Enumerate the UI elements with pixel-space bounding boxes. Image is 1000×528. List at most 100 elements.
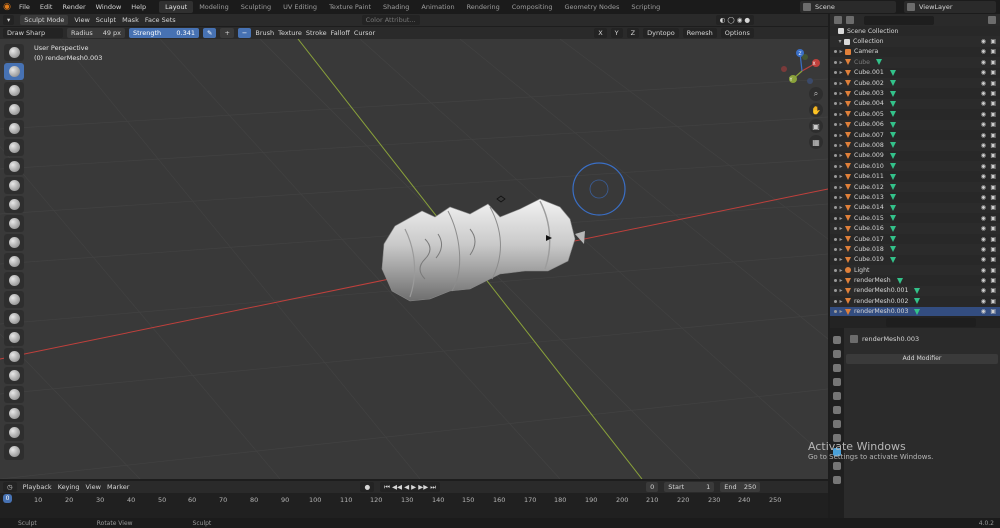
eye-icon[interactable]: ◉ [981,204,986,211]
mesh-data-icon[interactable] [889,194,896,201]
outliner-row[interactable]: ▸ Camera ◉ ▣ [830,47,1000,57]
render-icon[interactable]: ▣ [990,121,996,128]
remesh-button[interactable]: Remesh [682,28,717,38]
outliner-row[interactable]: ▸ Cube.008 ◉ ▣ [830,140,1000,151]
display-mode-icon[interactable] [846,16,854,24]
mode-selector[interactable]: Sculpt Mode [20,15,69,25]
eye-icon[interactable]: ◉ [981,194,986,201]
expand-arrow-icon[interactable]: ▾ [836,38,844,45]
eye-icon[interactable]: ◉ [981,111,986,118]
expand-arrow-icon[interactable]: ▸ [837,90,845,97]
eye-icon[interactable]: ◉ [981,298,986,305]
expand-arrow-icon[interactable]: ▸ [837,277,845,284]
outliner-search-input[interactable] [864,15,934,25]
snake-hook-brush-icon[interactable] [4,367,24,384]
render-icon[interactable]: ▣ [990,132,996,139]
scene-tab-icon[interactable] [833,392,841,400]
render-icon[interactable]: ▣ [990,225,996,232]
radius-field[interactable]: Radius 49 px [67,28,125,38]
tab-rendering[interactable]: Rendering [461,1,506,13]
symmetry-z-button[interactable]: Z [626,28,640,38]
tab-shading[interactable]: Shading [377,1,415,13]
eye-icon[interactable]: ◉ [981,90,986,97]
outliner-row[interactable]: ▸ renderMesh0.002 ◉ ▣ [830,296,1000,306]
eye-icon[interactable]: ◉ [981,59,986,66]
menu-sculpt[interactable]: Sculpt [96,16,116,24]
add-modifier-button[interactable]: Add Modifier [846,354,998,364]
outliner-row[interactable]: ▸ Cube.013 ◉ ▣ [830,192,1000,202]
expand-arrow-icon[interactable]: ▸ [837,308,845,315]
view-layer-tab-icon[interactable] [833,378,841,386]
output-tab-icon[interactable] [833,364,841,372]
mesh-data-icon[interactable] [889,142,896,149]
eye-icon[interactable]: ◉ [981,246,986,253]
outliner-row[interactable]: ▸ Cube.017 ◉ ▣ [830,234,1000,244]
collection-row[interactable]: ▾ Collection ◉ ▣ [830,36,1000,47]
render-icon[interactable]: ▣ [990,90,996,97]
outliner-row[interactable]: ▸ Cube.001 ◉ ▣ [830,68,1000,78]
render-icon[interactable]: ▣ [990,80,996,87]
scene-selector[interactable]: Scene [800,1,896,13]
expand-arrow-icon[interactable]: ▸ [837,163,845,170]
color-attribute-field[interactable]: Color Attribut... [361,15,420,25]
menu-face-sets[interactable]: Face Sets [145,16,176,24]
editor-type-button[interactable]: ▾ [3,15,15,25]
eye-icon[interactable]: ◉ [981,80,986,87]
eye-icon[interactable]: ◉ [981,152,986,159]
menu-texture[interactable]: Texture [278,29,302,37]
mesh-data-icon[interactable] [914,308,921,315]
pose-brush-icon[interactable] [4,405,24,422]
mesh-data-icon[interactable] [889,90,896,97]
playhead[interactable]: 0 [3,494,12,503]
mesh-data-icon[interactable] [896,277,903,284]
render-icon[interactable]: ▣ [990,38,996,45]
render-icon[interactable]: ▣ [990,287,996,294]
draw-sharp-brush-icon[interactable] [4,63,24,80]
render-icon[interactable]: ▣ [990,184,996,191]
expand-arrow-icon[interactable]: ▸ [837,69,845,76]
clay-strips-brush-icon[interactable] [4,101,24,118]
mesh-data-icon[interactable] [889,256,896,263]
mesh-data-icon[interactable] [889,152,896,159]
render-icon[interactable]: ▣ [990,308,996,315]
tab-animation[interactable]: Animation [415,1,460,13]
expand-arrow-icon[interactable]: ▸ [837,204,845,211]
menu-brush[interactable]: Brush [255,29,274,37]
collection-tab-icon[interactable] [833,420,841,428]
symmetry-x-button[interactable]: X [594,28,607,38]
outliner-row[interactable]: ▸ Cube.004 ◉ ▣ [830,98,1000,110]
expand-arrow-icon[interactable]: ▸ [837,152,845,159]
menu-edit[interactable]: Edit [35,0,58,14]
flatten-brush-icon[interactable] [4,234,24,251]
outliner-row[interactable]: ▸ renderMesh0.001 ◉ ▣ [830,285,1000,297]
menu-falloff[interactable]: Falloff [331,29,350,37]
mesh-data-icon[interactable] [889,100,896,107]
clay-brush-icon[interactable] [4,82,24,99]
eye-icon[interactable]: ◉ [981,277,986,284]
expand-arrow-icon[interactable]: ▸ [837,225,845,232]
direction-add-button[interactable]: + [220,28,234,38]
properties-search-input[interactable] [886,317,976,327]
object-name-field[interactable]: renderMesh0.003 [862,335,919,343]
current-frame-field[interactable]: 0 [646,482,659,492]
render-icon[interactable]: ▣ [990,277,996,284]
record-button[interactable]: ● [360,482,375,492]
eye-icon[interactable]: ◉ [981,287,986,294]
inflate-brush-icon[interactable] [4,158,24,175]
expand-arrow-icon[interactable]: ▸ [837,194,845,201]
tab-geometry-nodes[interactable]: Geometry Nodes [559,1,626,13]
mesh-data-icon[interactable] [875,59,882,66]
thumb-brush-icon[interactable] [4,386,24,403]
scene-collection-row[interactable]: Scene Collection [830,26,1000,36]
expand-arrow-icon[interactable]: ▸ [837,256,845,263]
outliner-row[interactable]: ▸ Cube.009 ◉ ▣ [830,151,1000,161]
outliner-row[interactable]: ▸ Cube.010 ◉ ▣ [830,161,1000,172]
menu-keying[interactable]: Keying [58,483,80,491]
direction-subtract-button[interactable]: − [237,28,252,38]
expand-arrow-icon[interactable]: ▸ [837,298,845,305]
multiplane-scrape-brush-icon[interactable] [4,291,24,308]
outliner-row[interactable]: ▸ Cube.014 ◉ ▣ [830,202,1000,214]
render-icon[interactable]: ▣ [990,111,996,118]
tab-compositing[interactable]: Compositing [506,1,559,13]
menu-view[interactable]: View [74,16,89,24]
